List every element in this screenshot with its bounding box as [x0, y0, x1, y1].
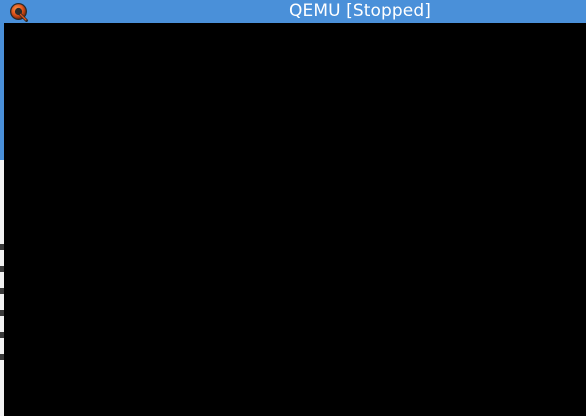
qemu-window: QEMU [Stopped] [4, 0, 586, 416]
window-titlebar[interactable]: QEMU [Stopped] [4, 0, 586, 23]
vm-display[interactable] [4, 23, 586, 416]
window-title: QEMU [Stopped] [289, 1, 431, 21]
